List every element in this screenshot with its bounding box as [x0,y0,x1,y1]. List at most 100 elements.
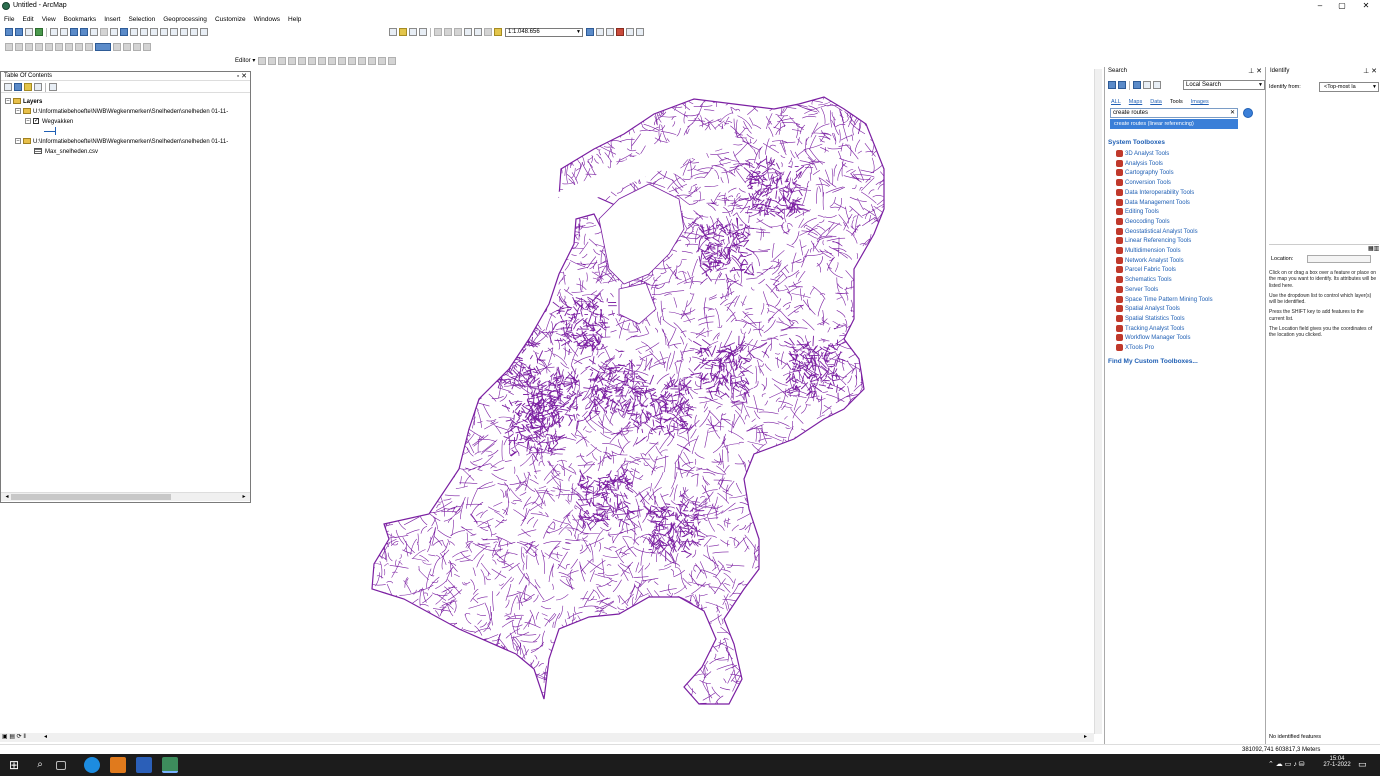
system-tray-icons[interactable]: ⌃ ☁ ▭ ♪ ⛁ [1268,760,1305,768]
scroll-right-icon[interactable]: ▸ [1084,733,1087,742]
find-icon[interactable] [160,28,168,36]
hyperlink-icon[interactable] [130,28,138,36]
focus-data-frame-icon[interactable] [123,43,131,51]
close-button[interactable]: ✕ [1354,0,1378,12]
reshape-icon[interactable] [328,57,337,65]
model-builder-icon[interactable] [636,28,644,36]
collapse-icon[interactable]: – [5,98,11,105]
layout-view-buttons[interactable]: ▣ ▤ ⟳ ‖ [2,733,26,742]
map-view[interactable] [254,69,1094,731]
task-view-icon[interactable] [56,761,66,770]
system-toolboxes-heading[interactable]: System Toolboxes [1108,139,1165,146]
toolbox-item[interactable]: Spatial Analyst Tools [1116,305,1180,314]
menu-selection[interactable]: Selection [124,14,159,25]
back-icon[interactable] [70,28,78,36]
outlook-icon[interactable] [110,757,126,773]
search-options-icon[interactable] [1153,81,1161,89]
toolbox-item[interactable]: Tracking Analyst Tools [1116,324,1184,334]
toolbox-item[interactable]: Editing Tools [1116,208,1159,217]
clear-selection-icon[interactable] [100,28,108,36]
create-features-icon[interactable] [388,57,397,65]
identify-pin-close-icon[interactable]: ⊥ ✕ [1363,67,1377,76]
edit-annotation-icon[interactable] [268,57,277,65]
toolbox-item[interactable]: Space Time Pattern Mining Tools [1116,295,1213,305]
identify-splitter[interactable] [1269,244,1379,245]
rotate-icon[interactable] [358,57,367,65]
layout-zoom-combo[interactable] [95,43,111,51]
list-by-visibility-icon[interactable] [24,83,32,91]
cut-polygons-icon[interactable] [338,57,347,65]
paste-icon[interactable] [454,28,462,36]
change-layout-icon[interactable] [133,43,141,51]
point-icon[interactable] [308,57,317,65]
toolbox-item[interactable]: Workflow Manager Tools [1116,334,1190,343]
toolbox-item[interactable]: Server Tools [1116,285,1158,295]
collapse-icon[interactable]: – [15,138,21,145]
toolbox-item[interactable]: Network Analyst Tools [1116,256,1184,266]
scroll-thumb[interactable] [11,494,171,500]
undo-icon[interactable] [474,28,482,36]
fixed-zoom-in-icon[interactable] [50,28,58,36]
menu-customize[interactable]: Customize [211,14,250,25]
toolbox-item[interactable]: Analysis Tools [1116,159,1163,169]
tree-layer-wegvakken[interactable]: – ✓ Wegvakken [25,118,73,127]
layout-zoom-in-icon[interactable] [5,43,13,51]
tab-tools[interactable]: Tools [1170,99,1183,105]
toolbox-item[interactable]: Data Interoperability Tools [1116,188,1194,198]
toolbox-item[interactable]: Linear Referencing Tools [1116,237,1191,246]
maximize-button[interactable]: ▢ [1330,0,1354,12]
toolbox-item[interactable]: Conversion Tools [1116,179,1171,188]
tree-layers[interactable]: – Layers [5,98,42,107]
add-data-icon[interactable] [494,28,502,36]
tab-images[interactable]: Images [1191,99,1209,105]
layout-fixed-out-icon[interactable] [65,43,73,51]
edit-tool-icon[interactable] [258,57,267,65]
go-to-xy-icon[interactable] [180,28,188,36]
collapse-icon[interactable]: – [25,118,31,125]
toolbox-item[interactable]: 3D Analyst Tools [1116,150,1169,159]
search-icon[interactable]: ⌕ [32,757,48,773]
delete-icon[interactable] [464,28,472,36]
tab-maps[interactable]: Maps [1129,99,1142,105]
toggle-draft-icon[interactable] [113,43,121,51]
tree-workspace-2[interactable]: – U:\Informatiebehoefte\NWB\Wegkenmerken\… [15,138,228,147]
map-scale-combo[interactable]: 1:1.048.656 ▼ [505,28,583,37]
back-icon[interactable] [1108,81,1116,89]
menu-help[interactable]: Help [284,14,305,25]
save-icon[interactable] [409,28,417,36]
toolbox-item[interactable]: Data Management Tools [1116,198,1190,208]
edit-vertices-icon[interactable] [318,57,327,65]
refresh-icon[interactable] [1143,81,1151,89]
measure-icon[interactable] [150,28,158,36]
straight-segment-icon[interactable] [278,57,287,65]
attributes-icon[interactable] [368,57,377,65]
identify-from-select[interactable]: <Top-most la ▼ [1319,82,1379,92]
forward-icon[interactable] [80,28,88,36]
arctoolbox-icon[interactable] [616,28,624,36]
tab-all[interactable]: ALL [1111,99,1121,105]
zoom-out-icon[interactable] [15,28,23,36]
menu-view[interactable]: View [38,14,60,25]
tab-data[interactable]: Data [1150,99,1162,105]
toc-window-icon[interactable] [596,28,604,36]
list-by-selection-icon[interactable] [34,83,42,91]
endpoint-arc-icon[interactable] [288,57,297,65]
new-icon[interactable] [389,28,397,36]
layout-full-icon[interactable] [35,43,43,51]
layer-visibility-checkbox[interactable]: ✓ [33,118,39,125]
clock[interactable]: 15:04 27-1-2022 [1322,756,1352,768]
arcmap-taskbar-icon[interactable] [162,757,178,773]
layout-zoom-out-icon[interactable] [15,43,23,51]
toolbox-item[interactable]: Parcel Fabric Tools [1116,266,1176,275]
copy-icon[interactable] [444,28,452,36]
toc-horizontal-scrollbar[interactable]: ◂ ▸ [1,492,250,501]
home-icon[interactable] [1133,81,1141,89]
cut-icon[interactable] [434,28,442,36]
search-suggestion[interactable]: create routes (linear referencing) [1110,119,1238,129]
collapse-icon[interactable]: – [15,108,21,115]
search-scope-select[interactable]: Local Search ▼ [1183,80,1265,90]
scroll-left-icon[interactable]: ◂ [44,733,47,742]
scroll-right-icon[interactable]: ▸ [240,493,248,502]
scroll-left-icon[interactable]: ◂ [3,493,11,502]
menu-bookmarks[interactable]: Bookmarks [60,14,101,25]
